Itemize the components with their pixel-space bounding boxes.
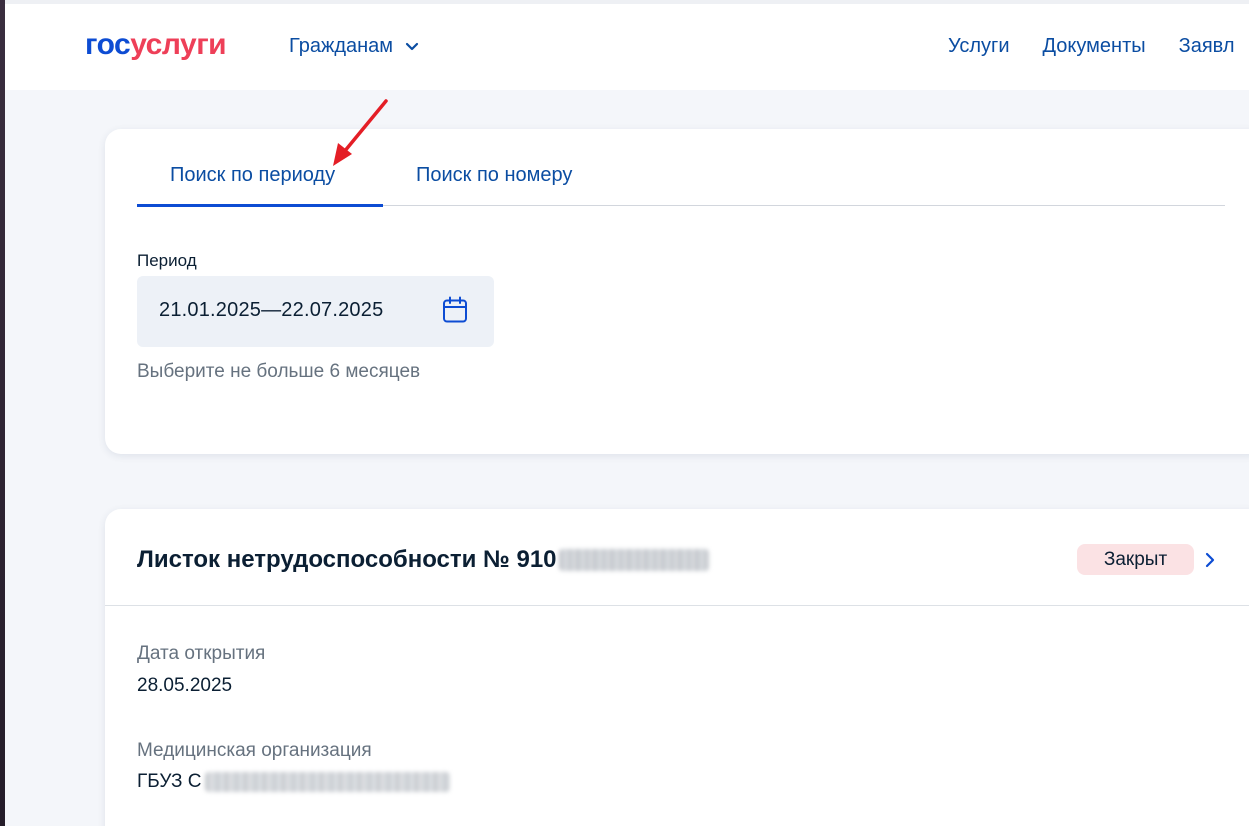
card-divider (105, 605, 1249, 606)
nav-link-documents[interactable]: Документы (1043, 35, 1146, 58)
tab-search-by-number[interactable]: Поиск по номеру (416, 164, 572, 187)
period-date-range-field[interactable]: 21.01.2025—22.07.2025 (137, 276, 494, 347)
chevron-right-icon[interactable] (1203, 551, 1217, 569)
citizens-menu[interactable]: Гражданам (289, 35, 419, 58)
open-date-value: 28.05.2025 (137, 675, 233, 696)
search-tabs: Поиск по периоду Поиск по номеру (137, 129, 1225, 207)
logo-part-gos: гос (85, 28, 131, 61)
status-badge: Закрыт (1077, 544, 1194, 575)
logo-part-uslugi: услуги (130, 28, 227, 61)
period-value: 21.01.2025—22.07.2025 (159, 299, 384, 321)
org-value-text: ГБУЗ С (137, 771, 202, 792)
sick-leave-title: Листок нетрудоспособности № 910 (137, 546, 709, 574)
sick-leave-card[interactable]: Листок нетрудоспособности № 910 Закрыт Д… (105, 509, 1249, 826)
header-nav: Услуги Документы Заявл (948, 35, 1235, 58)
citizens-menu-label: Гражданам (289, 35, 394, 57)
redacted-number (558, 549, 709, 571)
sick-leave-title-text: Листок нетрудоспособности № 910 (137, 546, 557, 573)
gosuslugi-logo[interactable]: госуслуги (85, 28, 227, 62)
window-edge (0, 0, 5, 826)
period-hint: Выберите не больше 6 месяцев (137, 361, 421, 382)
nav-link-applications[interactable]: Заявл (1179, 35, 1235, 58)
calendar-icon[interactable] (442, 296, 468, 324)
search-card: Поиск по периоду Поиск по номеру Период … (105, 129, 1249, 454)
chevron-down-icon (405, 42, 419, 50)
nav-link-services[interactable]: Услуги (948, 35, 1010, 58)
org-value: ГБУЗ С (137, 771, 451, 793)
org-label: Медицинская организация (137, 740, 372, 761)
redacted-org-name (205, 772, 451, 792)
active-tab-indicator (137, 204, 383, 207)
period-label: Период (137, 251, 197, 270)
open-date-label: Дата открытия (137, 643, 266, 664)
site-header: госуслуги Гражданам Услуги Документы Зая… (5, 4, 1249, 90)
tab-search-by-period[interactable]: Поиск по периоду (170, 164, 335, 187)
